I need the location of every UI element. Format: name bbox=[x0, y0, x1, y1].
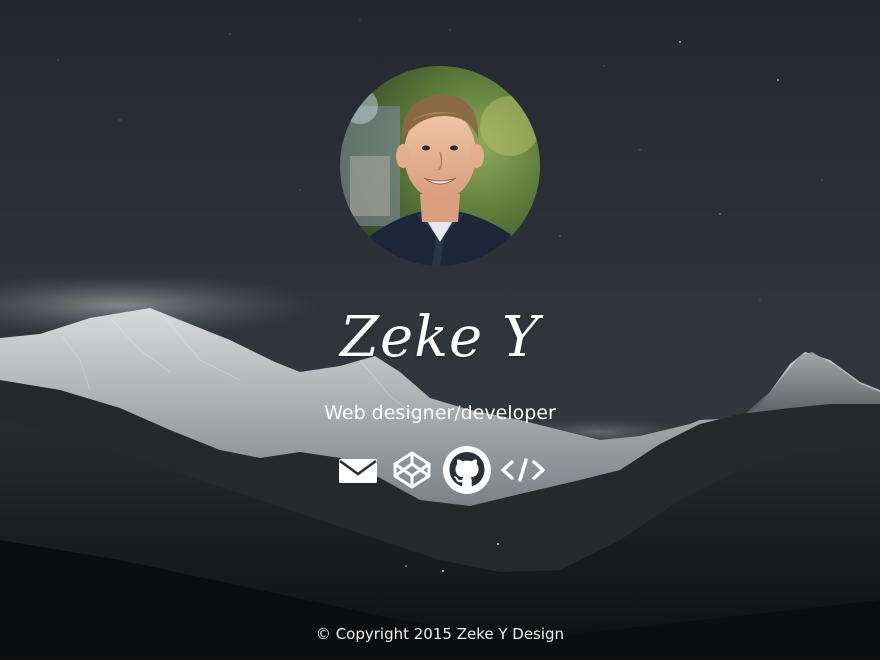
codepen-link[interactable] bbox=[392, 450, 432, 490]
profile-tagline: Web designer/developer bbox=[324, 402, 556, 424]
code-icon bbox=[501, 458, 545, 482]
code-link[interactable] bbox=[500, 458, 546, 482]
email-link[interactable] bbox=[338, 458, 378, 484]
codepen-icon bbox=[393, 451, 431, 489]
social-links bbox=[334, 444, 550, 496]
page: Zeke Y Web designer/developer © Copyrigh… bbox=[0, 0, 880, 660]
profile-photo-icon bbox=[340, 66, 540, 266]
footer-copyright: © Copyright 2015 Zeke Y Design bbox=[315, 625, 565, 643]
github-icon bbox=[443, 446, 491, 494]
profile-avatar bbox=[340, 66, 540, 266]
github-link[interactable] bbox=[442, 445, 492, 495]
profile-name: Zeke Y bbox=[340, 305, 540, 370]
email-icon bbox=[339, 459, 377, 483]
